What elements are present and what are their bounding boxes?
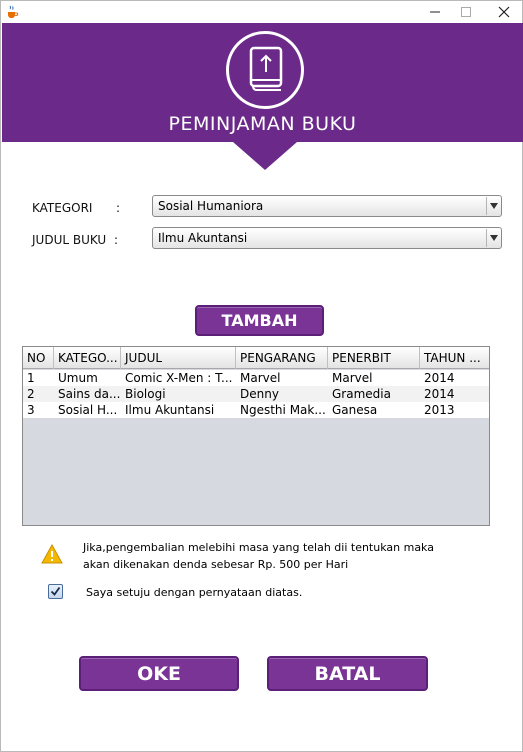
chevron-down-icon[interactable] [486, 229, 500, 247]
header-banner: PEMINJAMAN BUKU [2, 23, 523, 142]
agree-checkbox[interactable] [48, 584, 63, 599]
column-header-penerbit[interactable]: PENERBIT [328, 347, 420, 369]
warning-icon [41, 544, 63, 564]
column-header-pengarang[interactable]: PENGARANG [236, 347, 328, 369]
column-header-no[interactable]: NO [23, 347, 54, 369]
cell-pengarang: Ngesthi Mak... [240, 403, 326, 417]
minimize-button[interactable] [418, 1, 452, 23]
judul-buku-combobox[interactable]: Ilmu Akuntansi [152, 227, 502, 249]
cell-judul: Ilmu Akuntansi [125, 403, 215, 417]
page-title: PEMINJAMAN BUKU [168, 113, 357, 135]
table-header: NO KATEGO... JUDUL PENGARANG PENERBIT TA… [23, 347, 489, 369]
cell-no: 3 [27, 403, 35, 417]
column-header-tahun[interactable]: TAHUN ... [420, 347, 489, 369]
cell-no: 1 [27, 371, 35, 385]
checkmark-icon [50, 586, 61, 596]
cell-penerbit: Marvel [332, 371, 373, 385]
agree-label[interactable]: Saya setuju dengan pernyataan diatas. [86, 586, 302, 599]
cell-tahun: 2013 [424, 403, 455, 417]
book-upload-icon [249, 46, 283, 91]
table-row[interactable]: 2 Sains da... Biologi Denny Gramedia 201… [23, 386, 489, 402]
cell-kategori: Sains da... [58, 387, 121, 401]
table-row[interactable]: 3 Sosial H... Ilmu Akuntansi Ngesthi Mak… [23, 402, 489, 418]
cell-penerbit: Ganesa [332, 403, 378, 417]
close-icon [498, 6, 510, 18]
java-coffee-icon [8, 5, 19, 18]
notice-line-2: akan dikenakan denda sebesar Rp. 500 per… [83, 558, 349, 571]
cell-pengarang: Marvel [240, 371, 281, 385]
book-table[interactable]: NO KATEGO... JUDUL PENGARANG PENERBIT TA… [22, 346, 490, 526]
judul-buku-selected-value: Ilmu Akuntansi [158, 231, 248, 245]
minimize-icon [430, 11, 440, 13]
cell-judul: Comic X-Men : T... [125, 371, 233, 385]
header-pointer [233, 142, 297, 170]
app-window: PEMINJAMAN BUKU KATEGORI : Sosial Humani… [0, 0, 523, 752]
batal-button[interactable]: BATAL [267, 656, 428, 691]
cell-judul: Biologi [125, 387, 166, 401]
judul-buku-colon: : [114, 233, 119, 247]
kategori-label: KATEGORI [32, 201, 93, 215]
cell-pengarang: Denny [240, 387, 279, 401]
maximize-button[interactable] [449, 1, 483, 23]
close-button[interactable] [487, 1, 521, 23]
tambah-button[interactable]: TAMBAH [195, 305, 324, 336]
notice-line-1: Jika,pengembalian melebihi masa yang tel… [83, 541, 434, 554]
cell-no: 2 [27, 387, 35, 401]
kategori-selected-value: Sosial Humaniora [158, 199, 264, 213]
maximize-icon [461, 7, 471, 17]
cell-tahun: 2014 [424, 371, 455, 385]
judul-buku-label: JUDUL BUKU [32, 233, 107, 247]
kategori-colon: : [116, 201, 121, 215]
title-bar [1, 1, 522, 23]
cell-kategori: Umum [58, 371, 98, 385]
cell-penerbit: Gramedia [332, 387, 391, 401]
table-row[interactable]: 1 Umum Comic X-Men : T... Marvel Marvel … [23, 370, 489, 386]
kategori-combobox[interactable]: Sosial Humaniora [152, 195, 502, 217]
chevron-down-icon[interactable] [486, 197, 500, 215]
column-header-kategori[interactable]: KATEGO... [54, 347, 121, 369]
oke-button[interactable]: OKE [79, 656, 239, 691]
cell-kategori: Sosial H... [58, 403, 118, 417]
column-header-judul[interactable]: JUDUL [121, 347, 236, 369]
cell-tahun: 2014 [424, 387, 455, 401]
logo [226, 31, 304, 109]
